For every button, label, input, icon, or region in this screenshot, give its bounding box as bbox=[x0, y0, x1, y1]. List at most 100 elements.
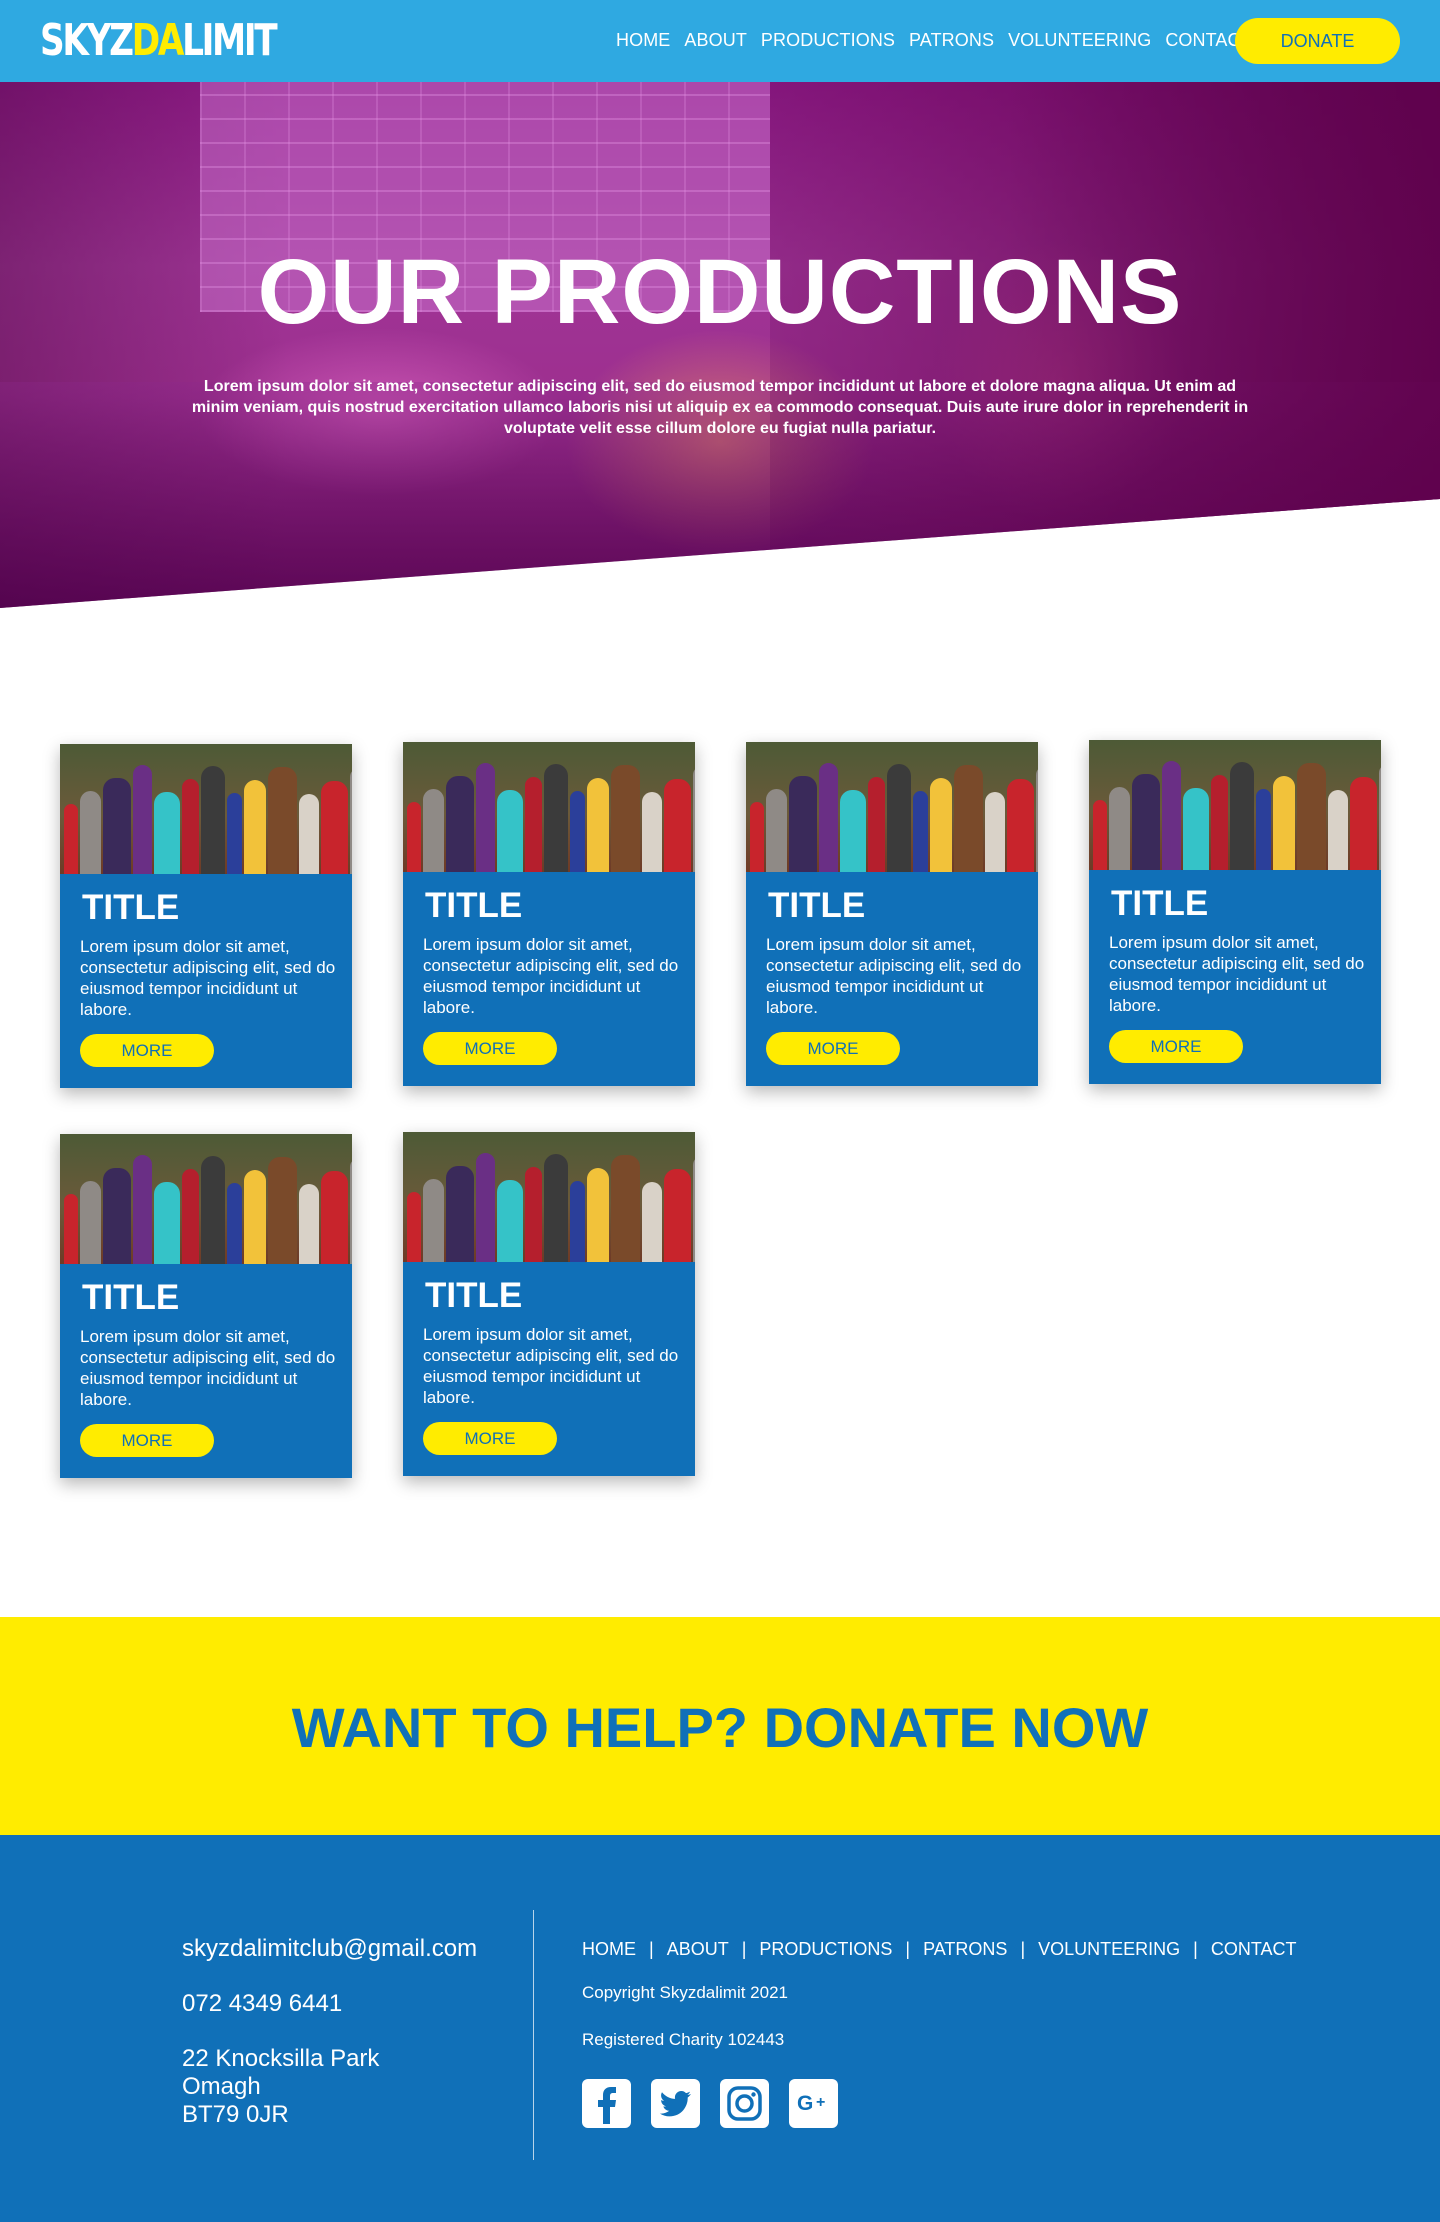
hero-banner: OUR PRODUCTIONS Lorem ipsum dolor sit am… bbox=[0, 82, 1440, 608]
footer-email[interactable]: skyzdalimitclub@gmail.com bbox=[182, 1935, 477, 1963]
more-button[interactable]: MORE bbox=[766, 1032, 900, 1065]
facebook-icon[interactable] bbox=[582, 2079, 631, 2128]
footer-address-line: Omagh bbox=[182, 2073, 261, 2100]
costumed-performer bbox=[954, 765, 983, 872]
costumed-performer bbox=[611, 1155, 640, 1262]
costumed-performer bbox=[587, 778, 609, 872]
costumed-performer bbox=[244, 780, 266, 874]
footer-link-patrons[interactable]: PATRONS bbox=[923, 1939, 1007, 1960]
instagram-icon[interactable] bbox=[720, 2079, 769, 2128]
costumed-performer bbox=[244, 1170, 266, 1264]
production-card-text: Lorem ipsum dolor sit amet, consectetur … bbox=[80, 937, 336, 1019]
more-button[interactable]: MORE bbox=[423, 1032, 557, 1065]
costumed-performer bbox=[1093, 800, 1107, 870]
production-card-text: Lorem ipsum dolor sit amet, consectetur … bbox=[423, 935, 679, 1017]
costumed-performer bbox=[321, 781, 348, 874]
nav-item-about[interactable]: ABOUT bbox=[684, 30, 747, 51]
hero-description: Lorem ipsum dolor sit amet, consectetur … bbox=[191, 378, 1249, 437]
costumed-performer bbox=[1162, 761, 1181, 870]
costumed-performer bbox=[64, 804, 78, 874]
production-card-title: TITLE bbox=[82, 1278, 180, 1317]
costumed-performer bbox=[350, 768, 352, 874]
svg-text:G: G bbox=[797, 2092, 813, 2115]
footer-menu: HOME | ABOUT | PRODUCTIONS | PATRONS | V… bbox=[582, 1939, 1297, 1960]
nav-item-patrons[interactable]: PATRONS bbox=[909, 30, 994, 51]
production-card-image bbox=[746, 742, 1038, 872]
costumed-performer bbox=[1211, 775, 1228, 870]
footer-address: 22 Knocksilla Park Omagh BT79 0JR bbox=[182, 2045, 379, 2129]
costumed-performer bbox=[642, 1182, 662, 1262]
nav-item-productions[interactable]: PRODUCTIONS bbox=[761, 30, 895, 51]
hero-stage-curtain bbox=[770, 82, 1440, 608]
footer-link-about[interactable]: ABOUT bbox=[667, 1939, 729, 1960]
footer-address-line: 22 Knocksilla Park bbox=[182, 2045, 380, 2072]
production-card-image bbox=[403, 742, 695, 872]
production-card: TITLE Lorem ipsum dolor sit amet, consec… bbox=[403, 1132, 695, 1476]
costumed-performer bbox=[321, 1171, 348, 1264]
logo-text-limit: LIMIT bbox=[182, 15, 278, 66]
costumed-performer bbox=[664, 1169, 691, 1262]
google-plus-icon[interactable]: G + bbox=[789, 2079, 838, 2128]
nav-item-volunteering[interactable]: VOLUNTEERING bbox=[1008, 30, 1151, 51]
site-logo[interactable]: SKYZDALIMIT bbox=[40, 14, 278, 68]
footer-divider bbox=[533, 1910, 534, 2160]
production-card: TITLE Lorem ipsum dolor sit amet, consec… bbox=[746, 742, 1038, 1086]
costumed-performer bbox=[1230, 762, 1254, 870]
costumed-performer bbox=[227, 793, 242, 874]
costumed-performer bbox=[423, 789, 444, 872]
production-card-image bbox=[60, 1134, 352, 1264]
costumed-performer bbox=[1183, 788, 1209, 870]
costumed-performer bbox=[268, 1157, 297, 1264]
costumed-performer bbox=[985, 792, 1005, 872]
site-footer: skyzdalimitclub@gmail.com 072 4349 6441 … bbox=[0, 1835, 1440, 2222]
more-button[interactable]: MORE bbox=[423, 1422, 557, 1455]
costumed-performer bbox=[868, 777, 885, 872]
costumed-performer bbox=[840, 790, 866, 872]
more-button[interactable]: MORE bbox=[80, 1424, 214, 1457]
footer-menu-separator: | bbox=[649, 1939, 654, 1959]
costumed-performer bbox=[1379, 764, 1381, 870]
production-card-text: Lorem ipsum dolor sit amet, consectetur … bbox=[1109, 933, 1365, 1015]
footer-menu-separator: | bbox=[1193, 1939, 1198, 1959]
donate-button[interactable]: DONATE bbox=[1235, 18, 1400, 64]
costumed-performer bbox=[350, 1158, 352, 1264]
costumed-performer bbox=[268, 767, 297, 874]
production-card-image bbox=[60, 744, 352, 874]
costumed-performer bbox=[750, 802, 764, 872]
main-menu: HOME ABOUT PRODUCTIONS PATRONS VOLUNTEER… bbox=[616, 30, 1252, 51]
costumed-performer bbox=[299, 1184, 319, 1264]
costumed-performer bbox=[182, 779, 199, 874]
more-button[interactable]: MORE bbox=[1109, 1030, 1243, 1063]
twitter-icon[interactable] bbox=[651, 2079, 700, 2128]
footer-link-volunteering[interactable]: VOLUNTEERING bbox=[1038, 1939, 1180, 1960]
costumed-performer bbox=[497, 790, 523, 872]
footer-link-productions[interactable]: PRODUCTIONS bbox=[759, 1939, 892, 1960]
costumed-performer bbox=[1350, 777, 1377, 870]
production-card-image bbox=[1089, 740, 1381, 870]
costumed-performer bbox=[789, 776, 817, 872]
footer-menu-separator: | bbox=[741, 1939, 747, 1959]
costumed-performer bbox=[133, 1155, 152, 1264]
production-card-text: Lorem ipsum dolor sit amet, consectetur … bbox=[423, 1325, 679, 1407]
costumed-performer bbox=[1297, 763, 1326, 870]
donate-banner-heading[interactable]: WANT TO HELP? DONATE NOW bbox=[0, 1695, 1440, 1760]
footer-phone[interactable]: 072 4349 6441 bbox=[182, 1990, 342, 2018]
donate-banner[interactable]: WANT TO HELP? DONATE NOW bbox=[0, 1617, 1440, 1835]
costumed-performer bbox=[103, 1168, 131, 1264]
nav-item-home[interactable]: HOME bbox=[616, 30, 670, 51]
production-card-image bbox=[403, 1132, 695, 1262]
production-card: TITLE Lorem ipsum dolor sit amet, consec… bbox=[60, 1134, 352, 1478]
production-card-title: TITLE bbox=[82, 888, 180, 927]
footer-menu-separator: | bbox=[1020, 1939, 1026, 1959]
costumed-performer bbox=[133, 765, 152, 874]
footer-charity-number: Registered Charity 102443 bbox=[582, 2030, 785, 2049]
production-card-title: TITLE bbox=[1111, 884, 1209, 923]
costumed-performer bbox=[664, 779, 691, 872]
costumed-performer bbox=[525, 777, 542, 872]
footer-link-contact[interactable]: CONTACT bbox=[1211, 1939, 1297, 1960]
costumed-performer bbox=[1132, 774, 1160, 870]
more-button[interactable]: MORE bbox=[80, 1034, 214, 1067]
production-card: TITLE Lorem ipsum dolor sit amet, consec… bbox=[60, 744, 352, 1088]
costumed-performer bbox=[227, 1183, 242, 1264]
footer-link-home[interactable]: HOME bbox=[582, 1939, 636, 1960]
